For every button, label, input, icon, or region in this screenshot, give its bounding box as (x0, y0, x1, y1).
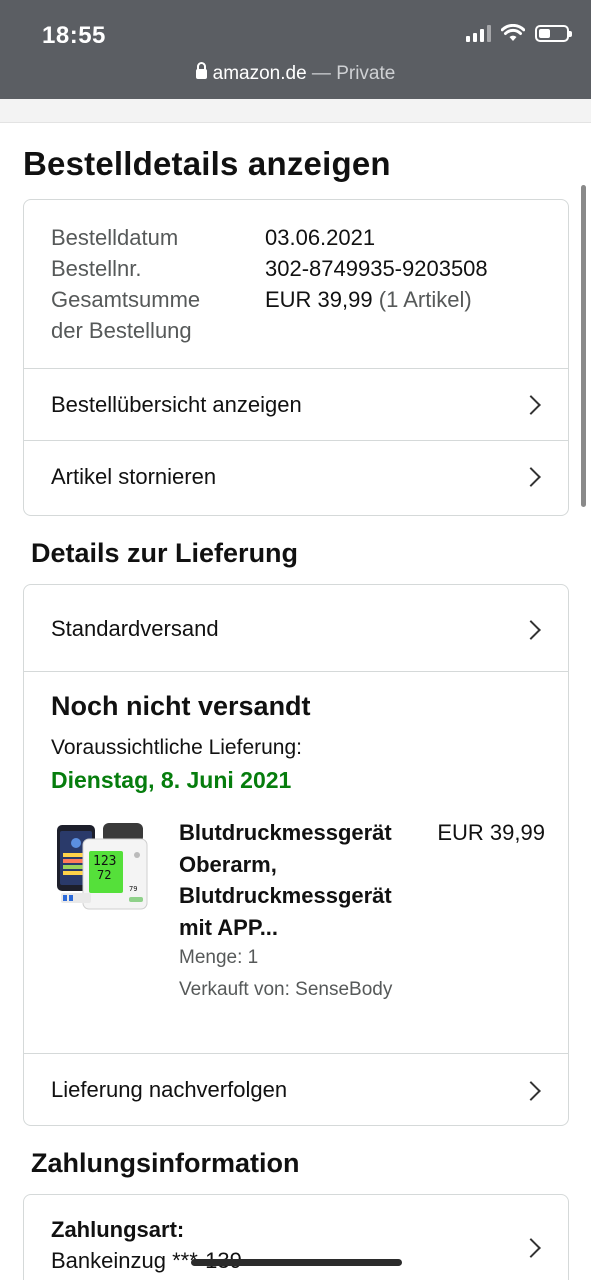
product-title-line: Blutdruckmessgerät (179, 820, 392, 845)
payment-section-title: Zahlungsinformation (31, 1148, 300, 1178)
order-total-value-line: EUR 39,99 (1 Artikel) (265, 284, 472, 316)
shipping-method-link[interactable]: Standardversand (24, 585, 568, 671)
track-delivery-label: Lieferung nachverfolgen (51, 1077, 288, 1102)
blood-pressure-monitor-image[interactable]: 123 72 79 (55, 821, 149, 913)
order-total-value: EUR 39,99 (265, 287, 373, 312)
chevron-right-icon (521, 395, 541, 415)
shipment-status: Noch nicht versandt (51, 691, 311, 721)
status-time: 18:55 (42, 22, 106, 49)
chevron-right-icon (521, 620, 541, 640)
lock-icon (195, 62, 207, 79)
cancel-items-label: Artikel stornieren (51, 464, 217, 489)
svg-text:72: 72 (97, 868, 111, 882)
payment-card[interactable]: Zahlungsart: Bankeinzug ***-139 (23, 1194, 569, 1280)
cancel-items-link[interactable]: Artikel stornieren (24, 440, 568, 515)
order-date-label: Bestelldatum (51, 225, 179, 250)
product-title-line: Oberarm, (179, 851, 277, 877)
order-item-count: (1 Artikel) (378, 287, 472, 312)
chevron-right-icon (521, 1081, 541, 1101)
eta-date: Dienstag, 8. Juni 2021 (51, 767, 292, 793)
payment-method-label: Zahlungsart: (51, 1217, 185, 1242)
private-label: — Private (306, 63, 396, 84)
order-total-label-line2: der Bestellung (51, 318, 192, 343)
address-bar[interactable]: amazon.de — Private (0, 62, 591, 85)
delivery-section-title: Details zur Lieferung (31, 538, 299, 568)
eta-label: Voraussichtliche Lieferung: (51, 736, 302, 759)
track-delivery-link[interactable]: Lieferung nachverfolgen (24, 1053, 568, 1125)
shipping-method-label: Standardversand (51, 616, 219, 641)
browser-top-bar: 18:55 amazon.de — Private (0, 0, 591, 99)
battery-icon (535, 24, 572, 42)
page-top-strip (0, 99, 591, 123)
status-icons (466, 24, 572, 42)
order-number-value: 302-8749935-9203508 (265, 256, 488, 281)
page-title: Bestelldetails anzeigen (23, 145, 391, 182)
divider (24, 671, 568, 672)
wifi-icon (501, 24, 525, 41)
order-summary-card: Bestelldatum 03.06.2021 Bestellnr. 302-8… (23, 199, 569, 516)
signal-icon (466, 24, 491, 42)
delivery-card: Standardversand Noch nicht versandt Vora… (23, 584, 569, 1126)
chevron-right-icon (521, 1238, 541, 1258)
order-total-label-line1: Gesamtsumme (51, 287, 201, 312)
svg-text:79: 79 (129, 885, 137, 893)
product-title-link[interactable]: Blutdruckmessgerät Oberarm, Blutdruckmes… (179, 817, 419, 943)
order-number-label: Bestellnr. (51, 256, 142, 281)
product-quantity: Menge: 1 (179, 947, 259, 968)
product-title-line: mit APP... (179, 914, 279, 940)
order-overview-link[interactable]: Bestellübersicht anzeigen (24, 368, 568, 440)
order-overview-label: Bestellübersicht anzeigen (51, 392, 302, 417)
product-price: EUR 39,99 (437, 820, 545, 845)
svg-text:123: 123 (93, 854, 116, 869)
product-seller: Verkauft von: SenseBody (179, 979, 393, 1000)
home-indicator[interactable] (191, 1259, 402, 1266)
product-title-line: Blutdruckmessgerät (179, 883, 392, 908)
chevron-right-icon (521, 467, 541, 487)
url-text: amazon.de (212, 63, 307, 84)
order-date-value: 03.06.2021 (265, 225, 376, 250)
scrollbar[interactable] (581, 185, 586, 507)
